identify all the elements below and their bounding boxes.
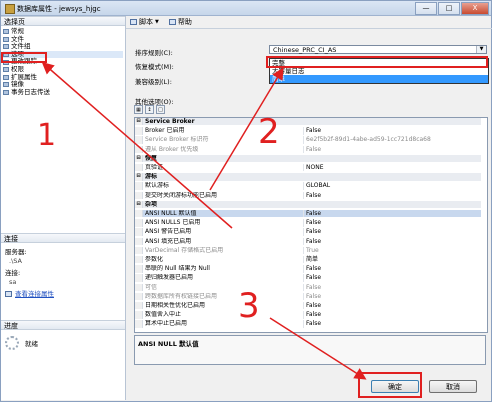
annotation-arrow-3 (269, 317, 367, 380)
annotation-arrow-1 (41, 62, 233, 229)
annotation-arrows (41, 62, 367, 380)
annotation-arrow-2 (209, 67, 284, 191)
